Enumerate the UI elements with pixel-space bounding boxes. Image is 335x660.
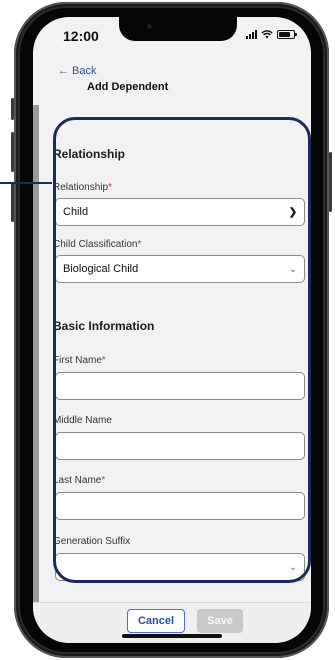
chevron-down-icon: ⌄ <box>288 263 298 275</box>
classification-label: Child Classification* <box>53 239 142 250</box>
back-link[interactable]: ← Back <box>58 65 97 77</box>
silent-switch <box>11 98 14 120</box>
add-dependent-form: Relationship Relationship* Child ❯ Child… <box>41 105 307 605</box>
classification-select[interactable]: Biological Child ⌄ <box>55 255 305 283</box>
scroll-gutter <box>33 105 39 605</box>
camera-icon <box>147 24 152 29</box>
relationship-value: Child <box>63 206 89 218</box>
first-name-label: First Name* <box>53 355 106 366</box>
middle-name-label: Middle Name <box>53 415 112 426</box>
generation-suffix-select[interactable]: ⌄ <box>55 553 305 581</box>
volume-down-button <box>11 182 14 222</box>
battery-icon <box>277 30 297 39</box>
relationship-label: Relationship* <box>53 182 112 193</box>
home-indicator <box>122 634 222 638</box>
notch <box>119 17 237 41</box>
save-button[interactable]: Save <box>197 609 243 633</box>
classification-value: Biological Child <box>63 263 139 275</box>
volume-up-button <box>11 132 14 172</box>
status-icons <box>246 30 297 39</box>
relationship-section-title: Relationship <box>53 147 126 161</box>
status-time: 12:00 <box>63 28 99 44</box>
basic-information-section-title: Basic Information <box>53 319 155 333</box>
middle-name-input[interactable] <box>55 432 305 460</box>
callout-pointer-line <box>0 182 52 184</box>
chevron-down-icon: ⌄ <box>288 561 298 573</box>
first-name-input[interactable] <box>55 372 305 400</box>
last-name-input[interactable] <box>55 492 305 520</box>
generation-suffix-label: Generation Suffix <box>53 536 131 547</box>
wifi-icon <box>261 30 273 39</box>
phone-screen: 12:00 ← Back Add Dependent Relationship … <box>33 17 311 643</box>
relationship-select[interactable]: Child ❯ <box>55 198 305 226</box>
page-title: Add Dependent <box>87 81 169 93</box>
power-button <box>329 152 332 212</box>
cancel-button[interactable]: Cancel <box>127 609 185 633</box>
chevron-down-icon: ❯ <box>288 206 298 218</box>
signal-icon <box>246 30 257 39</box>
last-name-label: Last Name* <box>53 475 106 486</box>
